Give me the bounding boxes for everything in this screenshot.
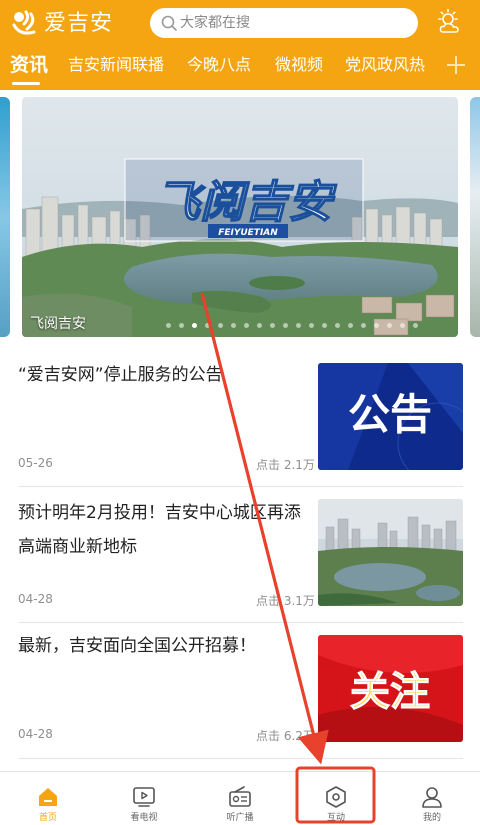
home-icon: [39, 788, 57, 806]
tv-icon: [133, 787, 155, 807]
carousel-dot[interactable]: [218, 323, 223, 328]
nav-label: 我的: [422, 813, 441, 823]
aijian-logo-icon: [12, 10, 36, 35]
banner-carousel[interactable]: 飞阅吉安 FEIYUETIAN 飞阅吉安: [22, 97, 458, 337]
nav-interact[interactable]: 互动: [288, 772, 384, 825]
news-thumbnail: 关注: [318, 635, 463, 742]
user-icon: [422, 787, 442, 808]
carousel-dot[interactable]: [374, 323, 379, 328]
tab-news[interactable]: 资讯: [10, 46, 48, 86]
nav-label: 首页: [38, 813, 57, 823]
news-title: 最新，吉安面向全国公开招募！: [18, 636, 256, 656]
banner-caption: 飞阅吉安: [30, 316, 86, 332]
carousel-dot[interactable]: [400, 323, 405, 328]
news-thumbnail: [318, 499, 463, 606]
news-date: 05-26: [18, 456, 53, 470]
banner-overlay-title: 飞阅吉安: [156, 177, 337, 228]
banner-image: 飞阅吉安 FEIYUETIAN: [22, 97, 458, 337]
nav-label: 互动: [326, 813, 345, 823]
carousel-dot[interactable]: [179, 323, 184, 328]
carousel-dot[interactable]: [413, 323, 418, 328]
search-input[interactable]: [180, 8, 408, 38]
nav-mine[interactable]: 我的: [384, 772, 480, 825]
app-name: 爱吉安: [44, 11, 114, 36]
previous-slide-peek[interactable]: [0, 97, 10, 337]
list-item[interactable]: 预计明年2月投用！吉安中心城区再添高端商业新地标 04-28 点击 3.1万: [0, 487, 480, 623]
banner-overlay-subtitle: FEIYUETIAN: [218, 228, 278, 238]
carousel-dot[interactable]: [270, 323, 275, 328]
search-icon: [161, 15, 177, 31]
news-view-count: 点击 2.1万: [256, 458, 315, 472]
carousel-dot[interactable]: [309, 323, 314, 328]
nav-label: 听广播: [226, 813, 254, 823]
carousel-dot[interactable]: [257, 323, 262, 328]
tab-micro-video[interactable]: 微视频: [275, 46, 323, 86]
thumbnail-label: 公告: [348, 390, 432, 439]
tab-tonight-eight[interactable]: 今晚八点: [187, 46, 251, 86]
plus-icon[interactable]: [442, 50, 470, 80]
list-item[interactable]: “爱吉安网”停止服务的公告 05-26 点击 2.1万 公告: [0, 350, 480, 486]
nav-home[interactable]: 首页: [0, 772, 96, 825]
hexagon-icon: [326, 786, 346, 808]
tab-party-style[interactable]: 党风政风热: [345, 46, 425, 86]
carousel-dot[interactable]: [244, 323, 249, 328]
carousel-dot[interactable]: [387, 323, 392, 328]
carousel-dot[interactable]: [205, 323, 210, 328]
active-tab-indicator: [12, 82, 40, 85]
category-tabs: 资讯 吉安新闻联播 今晚八点 微视频 党风政风热: [0, 46, 440, 86]
list-item[interactable]: 最新，吉安面向全国公开招募！ 04-28 点击 6.2万 关注: [0, 623, 480, 759]
tab-jian-news-broadcast[interactable]: 吉安新闻联播: [68, 46, 164, 86]
news-view-count: 点击 6.2万: [256, 729, 315, 743]
carousel-dot[interactable]: [231, 323, 236, 328]
carousel-dot[interactable]: [361, 323, 366, 328]
nav-label: 看电视: [130, 813, 158, 823]
news-date: 04-28: [18, 592, 53, 606]
news-thumbnail: 公告: [318, 363, 463, 470]
news-date: 04-28: [18, 727, 53, 741]
carousel-dot[interactable]: [322, 323, 327, 328]
divider: [18, 758, 463, 759]
carousel-dot[interactable]: [166, 323, 171, 328]
bottom-navigation: 首页 看电视 听广播 互动 我的: [0, 771, 480, 825]
carousel-dot[interactable]: [283, 323, 288, 328]
carousel-dot[interactable]: [348, 323, 353, 328]
radio-icon: [229, 786, 251, 807]
next-slide-peek[interactable]: [470, 97, 480, 337]
news-title: 预计明年2月投用！吉安中心城区再添高端商业新地标: [18, 503, 301, 557]
nav-radio[interactable]: 听广播: [192, 772, 288, 825]
weather-sun-cloud-icon[interactable]: [436, 8, 464, 36]
search-box[interactable]: [150, 8, 418, 38]
carousel-dot[interactable]: [335, 323, 340, 328]
thumbnail-label: 关注: [350, 669, 430, 715]
news-view-count: 点击 3.1万: [256, 594, 315, 608]
news-title: “爱吉安网”停止服务的公告: [18, 365, 223, 385]
carousel-dot[interactable]: [296, 323, 301, 328]
top-bar: 爱吉安 资讯 吉安新闻联播 今晚八点 微视频 党风政风热: [0, 0, 480, 90]
nav-tv[interactable]: 看电视: [96, 772, 192, 825]
carousel-dot[interactable]: [192, 323, 197, 328]
